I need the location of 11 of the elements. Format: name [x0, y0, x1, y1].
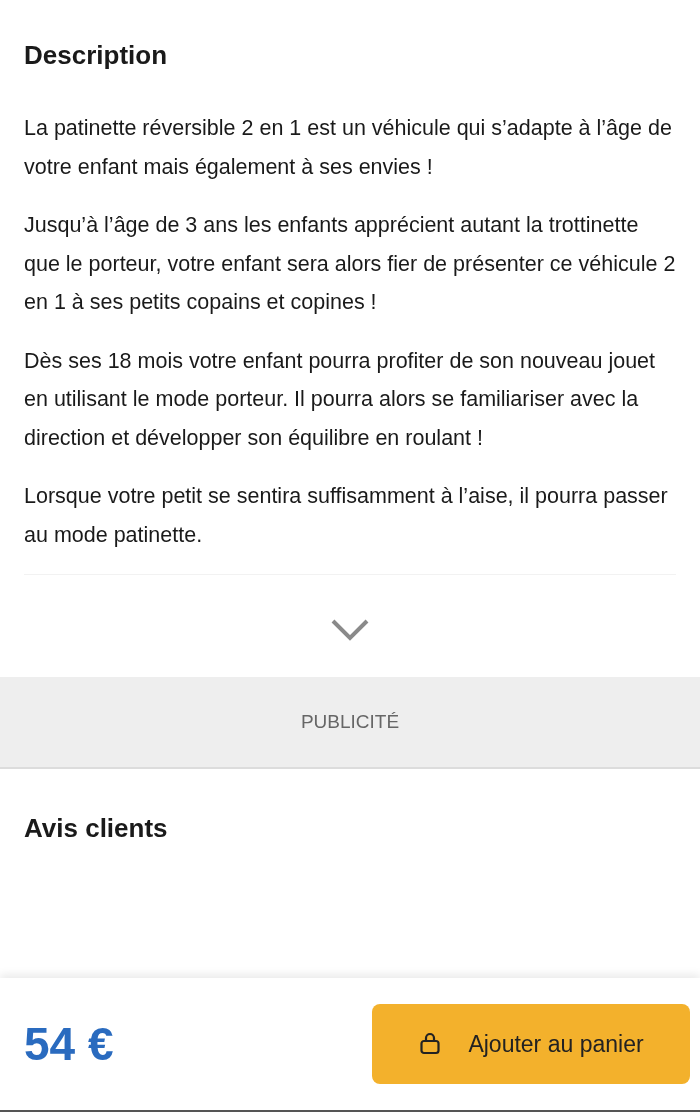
section-title: Description — [24, 40, 169, 71]
ad-label: PUBLICITÉ — [300, 711, 400, 733]
shopping-bag-icon — [418, 1032, 443, 1056]
description-paragraph: La patinette réversible 2 en 1 est un véhicule qui s’adapte à l’âge de votre enfant mais également à ses envies ! — [24, 115, 673, 181]
description-paragraph: Jusqu’à l’âge de 3 ans les enfants apprécient autant la trottinette que le porteur, votre enfant sera alors fier de présenter ce véhicule 2 en 1 à ses petits copains et copines ! — [24, 212, 676, 316]
chevron-down-icon[interactable] — [331, 619, 369, 641]
add-to-cart-button[interactable]: Ajouter au panier — [372, 1004, 690, 1084]
section-title: Avis clients — [24, 813, 169, 843]
price: 54 € — [24, 1017, 114, 1071]
description-paragraph: Lorsque votre petit se sentira suffisamment à l’aise, il pourra passer au mode patinette. — [24, 483, 669, 549]
description-paragraph: Dès ses 18 mois votre enfant pourra profiter de son nouveau jouet en utilisant le mode porteur. Il pourra alors se familiariser avec la direction et développer son équilibre en roulant ! — [24, 347, 657, 452]
